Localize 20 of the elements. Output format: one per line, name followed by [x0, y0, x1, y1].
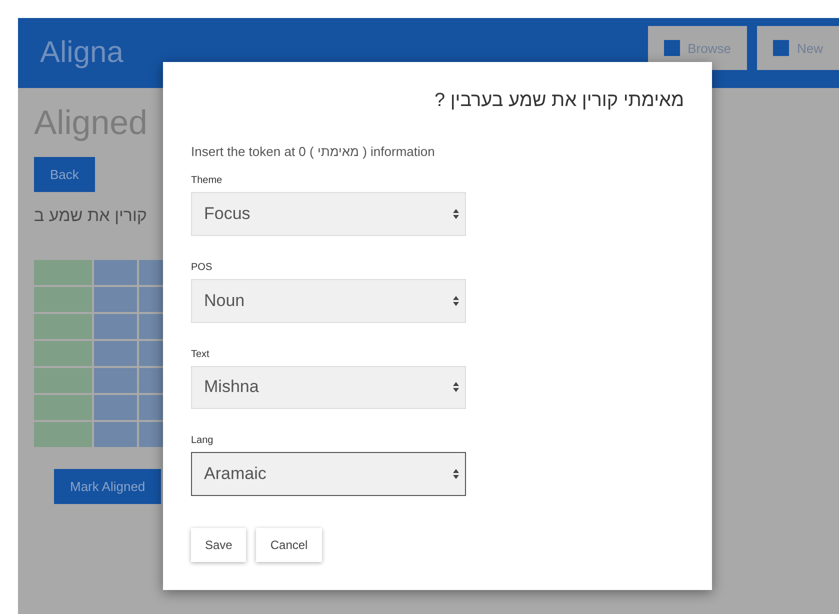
select-field[interactable]: Noun	[191, 278, 466, 322]
instruction-text: Insert the token at 0 ( מאימתי ) information	[191, 144, 436, 159]
select-field[interactable]: Aramaic	[191, 452, 466, 496]
square-icon	[664, 40, 680, 56]
dialog-button[interactable]: Save	[191, 528, 246, 562]
up-down-caret-icon	[453, 382, 459, 392]
dialog-title: מאימתי קורין את שמע בערבין ?	[434, 90, 684, 112]
app-logo: Aligna	[40, 36, 124, 70]
field-label: POS	[191, 262, 214, 273]
select-field[interactable]: Mishna	[191, 366, 466, 410]
field-label: Theme	[191, 175, 224, 186]
select-field[interactable]: Focus	[191, 192, 466, 236]
dialog-button[interactable]: Cancel	[256, 528, 322, 562]
square-icon	[772, 40, 789, 56]
verse-heading: קורין את שמע ב	[34, 206, 147, 226]
field-label: Lang	[191, 435, 214, 446]
up-down-caret-icon	[453, 296, 459, 306]
up-down-caret-icon	[453, 469, 459, 480]
up-down-caret-icon	[453, 208, 459, 219]
field-label: Text	[191, 348, 210, 360]
